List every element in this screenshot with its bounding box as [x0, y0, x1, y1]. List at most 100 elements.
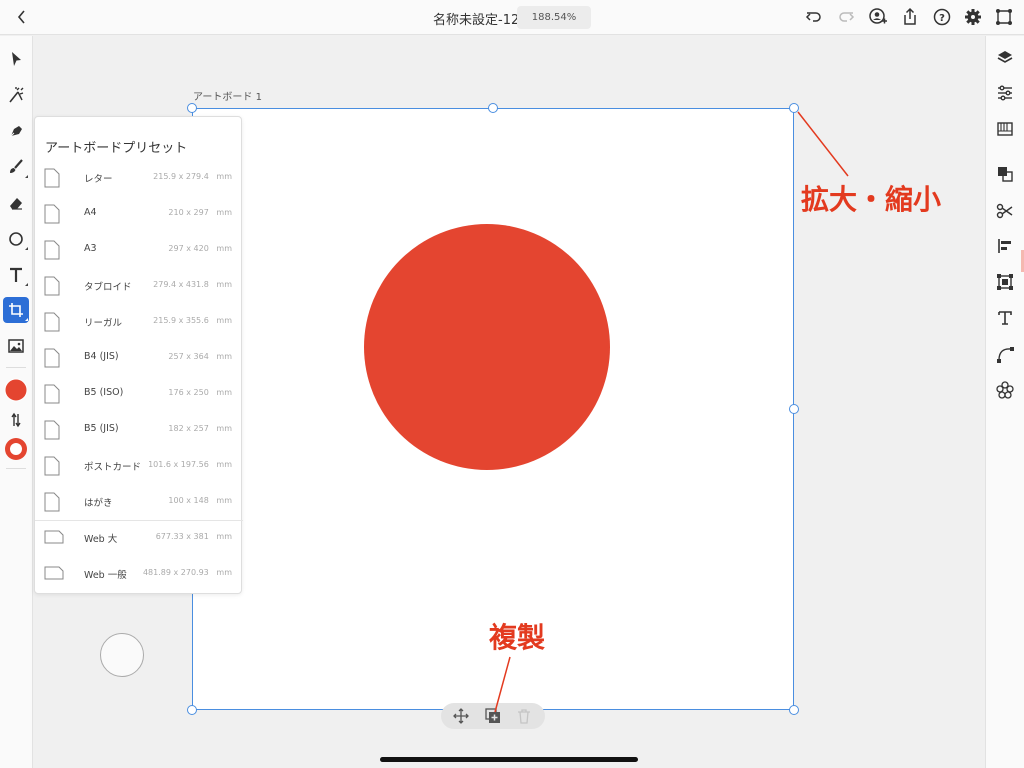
svg-text:?: ?	[939, 13, 945, 24]
back-icon[interactable]	[12, 7, 32, 27]
preset-size: 297 x 420 mm	[168, 244, 232, 253]
document-icon	[44, 276, 60, 296]
stroke-color-swatch[interactable]	[3, 436, 29, 462]
resize-handle-top[interactable]	[488, 103, 498, 113]
preset-size: 257 x 364 mm	[168, 352, 232, 361]
transform-icon[interactable]	[995, 272, 1015, 292]
document-icon	[44, 168, 60, 188]
align-icon[interactable]	[995, 236, 1015, 256]
fill-color-swatch[interactable]	[3, 377, 29, 403]
ellipse-icon[interactable]	[3, 226, 29, 252]
preset-size: 215.9 x 279.4 mm	[153, 172, 232, 181]
undo-icon[interactable]	[804, 7, 824, 27]
preset-item[interactable]: B5 (ISO) 176 x 250 mm	[35, 376, 243, 412]
preset-size: 182 x 257 mm	[168, 424, 232, 433]
repeat-icon[interactable]	[995, 380, 1015, 400]
share-icon[interactable]	[900, 7, 920, 27]
properties-icon[interactable]	[995, 83, 1015, 103]
delete-icon[interactable]	[516, 708, 532, 724]
libraries-icon[interactable]	[995, 119, 1015, 139]
preset-item[interactable]: Web 一般 481.89 x 270.93 mm	[35, 556, 243, 592]
submenu-indicator	[25, 175, 28, 178]
app-window: 名称未設定-12 188.54% ? アートボード 1 アートボードプリセット …	[0, 0, 1024, 768]
annotation-scale: 拡大・縮小	[801, 183, 942, 216]
landscape-document-icon	[44, 566, 64, 580]
image-icon[interactable]	[3, 333, 29, 359]
document-icon	[44, 348, 60, 368]
red-circle-shape[interactable]	[364, 224, 610, 470]
preset-size: 210 x 297 mm	[168, 208, 232, 217]
selection-icon[interactable]	[3, 46, 29, 72]
type-icon[interactable]	[3, 262, 29, 288]
resize-handle-bottom-left[interactable]	[187, 705, 197, 715]
artboard-label[interactable]: アートボード 1	[193, 88, 262, 103]
resize-handle-bottom-right[interactable]	[789, 705, 799, 715]
submenu-indicator	[25, 318, 28, 321]
artboard-actions-bar	[441, 703, 545, 729]
type-props-icon[interactable]	[995, 308, 1015, 328]
preset-item[interactable]: タブロイド 279.4 x 431.8 mm	[35, 268, 243, 304]
preset-item[interactable]: レター 215.9 x 279.4 mm	[35, 160, 243, 196]
toolbar-divider	[6, 468, 26, 469]
preset-item[interactable]: B5 (JIS) 182 x 257 mm	[35, 412, 243, 448]
right-panel	[985, 36, 1024, 768]
preset-name: はがき	[84, 498, 113, 509]
resize-handle-top-right[interactable]	[789, 103, 799, 113]
preset-item[interactable]: リーガル 215.9 x 355.6 mm	[35, 304, 243, 340]
invite-icon[interactable]	[868, 7, 888, 27]
preset-name: B5 (ISO)	[84, 387, 124, 398]
pen-icon[interactable]	[3, 118, 29, 144]
preset-name: リーガル	[84, 318, 123, 329]
preset-item[interactable]: はがき 100 x 148 mm	[35, 484, 243, 520]
landscape-document-icon	[44, 530, 64, 544]
preset-size: 481.89 x 270.93 mm	[142, 568, 232, 577]
help-icon[interactable]: ?	[932, 7, 952, 27]
preset-name: A4	[84, 207, 97, 218]
preset-item[interactable]: Web 大 677.33 x 381 mm	[35, 520, 243, 556]
preset-name: B5 (JIS)	[84, 423, 119, 434]
submenu-indicator	[25, 283, 28, 286]
preset-item[interactable]: A3 297 x 420 mm	[35, 232, 243, 268]
preset-name: A3	[84, 243, 97, 254]
preset-item[interactable]: ポストカード 101.6 x 197.56 mm	[35, 448, 243, 484]
eraser-icon[interactable]	[3, 190, 29, 216]
duplicate-icon[interactable]	[485, 708, 501, 724]
touch-shortcut-icon[interactable]	[994, 7, 1014, 27]
preset-size: 176 x 250 mm	[168, 388, 232, 397]
preset-name: ポストカード	[84, 462, 142, 473]
preset-size: 279.4 x 431.8 mm	[153, 280, 232, 289]
document-icon	[44, 492, 60, 512]
document-icon	[44, 420, 60, 440]
layers-icon[interactable]	[995, 48, 1015, 68]
direct-selection-icon[interactable]	[3, 82, 29, 108]
document-icon	[44, 312, 60, 332]
settings-icon[interactable]	[963, 7, 983, 27]
document-icon	[44, 240, 60, 260]
paintbrush-icon[interactable]	[3, 154, 29, 180]
artboard-icon[interactable]	[3, 297, 29, 323]
top-bar: 名称未設定-12 188.54% ?	[0, 0, 1024, 35]
path-icon[interactable]	[995, 344, 1015, 364]
preset-name: Web 一般	[84, 570, 127, 581]
document-icon	[44, 204, 60, 224]
document-icon	[44, 384, 60, 404]
redo-icon[interactable]	[836, 7, 856, 27]
presets-title: アートボードプリセット	[45, 141, 188, 156]
preset-name: B4 (JIS)	[84, 351, 119, 362]
preset-item[interactable]: A4 210 x 297 mm	[35, 196, 243, 232]
left-toolbar	[0, 36, 33, 768]
resize-handle-right[interactable]	[789, 404, 799, 414]
home-indicator[interactable]	[380, 757, 638, 762]
move-icon[interactable]	[453, 708, 469, 724]
document-title[interactable]: 名称未設定-12	[433, 9, 519, 28]
resize-handle-top-left[interactable]	[187, 103, 197, 113]
annotation-line-scale	[797, 111, 849, 177]
preset-size: 101.6 x 197.56 mm	[148, 460, 232, 469]
preset-item[interactable]: B4 (JIS) 257 x 364 mm	[35, 340, 243, 376]
preset-size: 677.33 x 381 mm	[155, 532, 232, 541]
swap-icon[interactable]	[3, 407, 29, 433]
touch-modifier[interactable]	[100, 633, 144, 677]
pathfinder-icon[interactable]	[995, 164, 1015, 184]
cut-icon[interactable]	[995, 201, 1015, 221]
zoom-level[interactable]: 188.54%	[517, 6, 591, 29]
